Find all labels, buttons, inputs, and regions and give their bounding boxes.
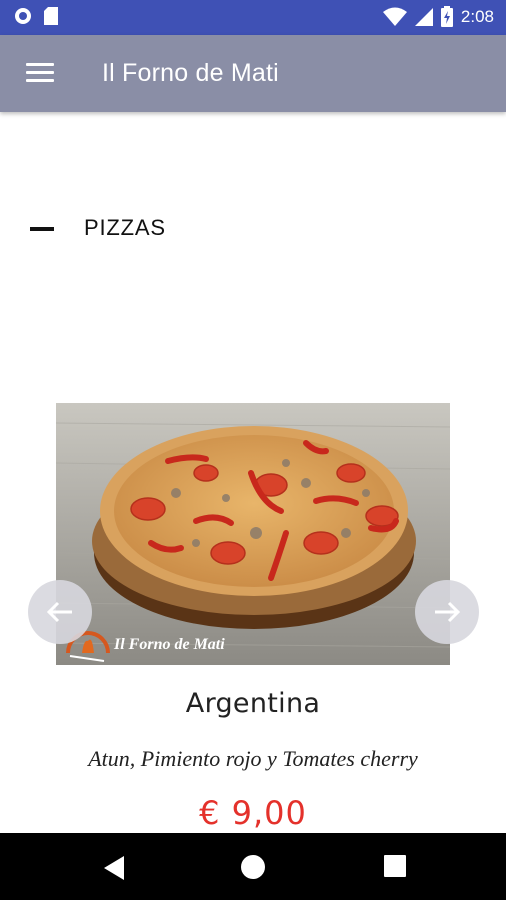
recents-icon[interactable] [384, 855, 406, 877]
arrow-left-icon [46, 601, 72, 623]
status-time: 2:08 [460, 6, 494, 26]
back-icon[interactable] [102, 855, 126, 881]
carousel-next-button[interactable] [415, 580, 479, 644]
wifi-icon [382, 7, 407, 26]
carousel-prev-button[interactable] [28, 580, 92, 644]
section-title: PIZZAS [84, 215, 166, 240]
status-bar: 2:08 [0, 0, 506, 35]
product-image: Il Forno de Mati [56, 403, 450, 665]
system-nav-bar [0, 833, 506, 900]
home-icon[interactable] [241, 855, 265, 879]
battery-charging-icon [440, 6, 453, 27]
product-price: € 9,00 [199, 794, 307, 832]
app-title: Il Forno de Mati [102, 59, 279, 87]
product-description: Atun, Pimiento rojo y Tomates cherry [88, 746, 418, 771]
cell-signal-icon [414, 7, 433, 26]
hamburger-menu-icon[interactable] [26, 63, 54, 85]
app-bar: Il Forno de Mati [0, 35, 506, 112]
notification-circle-icon [15, 8, 31, 24]
product-name: Argentina [185, 688, 321, 719]
collapse-icon[interactable] [30, 227, 54, 231]
sd-card-icon [44, 7, 58, 25]
section-header-pizzas[interactable]: PIZZAS [30, 213, 490, 247]
arrow-right-icon [435, 601, 461, 623]
image-watermark: Il Forno de Mati [113, 636, 225, 653]
